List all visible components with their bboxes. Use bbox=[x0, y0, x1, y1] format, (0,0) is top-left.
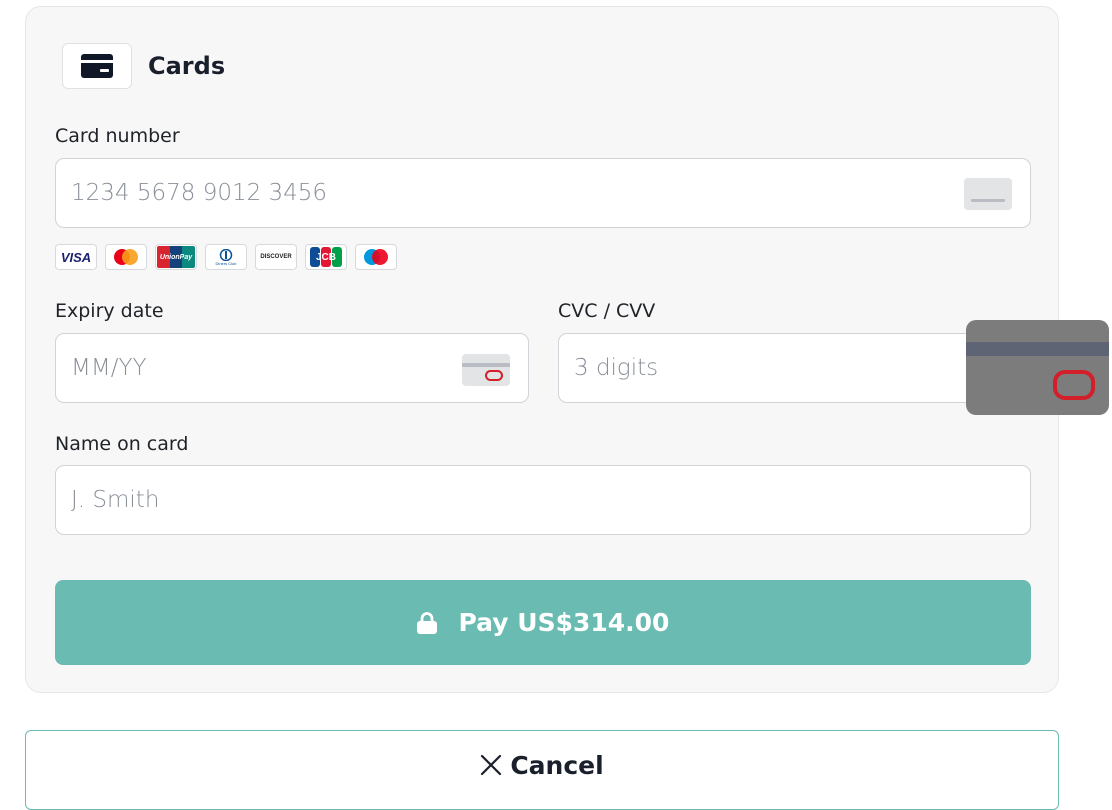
card-number-label: Card number bbox=[55, 125, 180, 147]
cvc-hint-card-icon bbox=[966, 320, 1109, 415]
credit-card-icon bbox=[62, 43, 132, 89]
lock-icon bbox=[416, 611, 437, 634]
expiry-date-label: Expiry date bbox=[55, 300, 164, 322]
card-header: Cards bbox=[62, 43, 225, 89]
card-number-placeholder: 1234 5678 9012 3456 bbox=[71, 180, 328, 206]
cancel-button[interactable]: Cancel bbox=[25, 730, 1059, 810]
card-payment-panel: Cards Card number 1234 5678 9012 3456 VI… bbox=[25, 6, 1059, 693]
pay-button[interactable]: Pay US$314.00 bbox=[55, 580, 1031, 665]
discover-logo: DISCOVER bbox=[255, 244, 297, 270]
expiry-date-placeholder: MM/YY bbox=[71, 355, 147, 381]
visa-logo: VISA bbox=[55, 244, 97, 270]
cvc-location-icon bbox=[1053, 370, 1095, 400]
card-brand-list: VISA UnionPay Diners Club DISCOVER JCB bbox=[55, 244, 397, 270]
close-icon bbox=[481, 754, 502, 776]
page-title: Cards bbox=[148, 52, 226, 80]
cvc-label: CVC / CVV bbox=[558, 300, 656, 322]
diners-club-logo: Diners Club bbox=[205, 244, 247, 270]
card-generic-icon bbox=[964, 178, 1012, 216]
mastercard-logo bbox=[105, 244, 147, 270]
cvc-placeholder: 3 digits bbox=[574, 355, 659, 381]
pay-button-label: Pay US$314.00 bbox=[458, 608, 670, 637]
cancel-button-label: Cancel bbox=[510, 751, 604, 780]
magnetic-stripe bbox=[966, 342, 1109, 356]
card-back-icon bbox=[462, 354, 510, 392]
jcb-logo: JCB bbox=[305, 244, 347, 270]
unionpay-logo: UnionPay bbox=[155, 244, 197, 270]
name-on-card-label: Name on card bbox=[55, 433, 189, 455]
cvc-input[interactable]: 3 digits bbox=[558, 333, 1031, 403]
card-number-input[interactable]: 1234 5678 9012 3456 bbox=[55, 158, 1031, 228]
maestro-logo bbox=[355, 244, 397, 270]
name-on-card-placeholder: J. Smith bbox=[71, 487, 160, 513]
name-on-card-input[interactable]: J. Smith bbox=[55, 465, 1031, 535]
expiry-date-input[interactable]: MM/YY bbox=[55, 333, 529, 403]
